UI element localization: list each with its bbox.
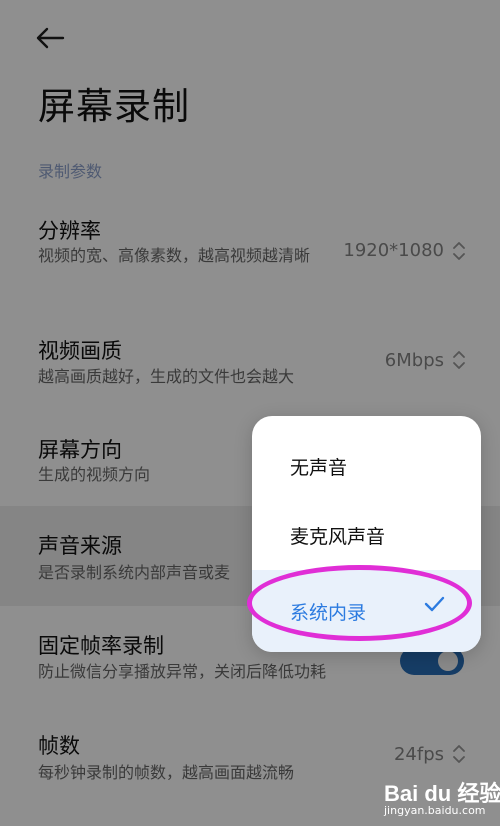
audio-source-popup-menu: 无声音 麦克风声音 系统内录 [252, 416, 481, 652]
up-down-chevron-icon [453, 745, 465, 763]
toggle-knob [438, 651, 458, 671]
setting-description: 视频的宽、高像素数，越高视频越清晰 [38, 246, 311, 265]
menu-option-label: 无声音 [290, 456, 348, 479]
setting-description: 防止微信分享播放异常，关闭后降低功耗 [38, 662, 327, 681]
setting-value: 24fps [393, 744, 444, 765]
up-down-chevron-icon [453, 242, 465, 260]
menu-option-microphone[interactable]: 麦克风声音 [252, 501, 481, 569]
setting-description: 生成的视频方向 [38, 465, 151, 484]
setting-title: 帧数 [38, 734, 80, 758]
setting-description: 越高画质越好，生成的文件也会越大 [38, 367, 295, 386]
back-arrow-icon [36, 27, 65, 49]
setting-title: 分辨率 [38, 219, 101, 243]
setting-title: 屏幕方向 [38, 438, 122, 462]
setting-value: 1920*1080 [343, 240, 444, 261]
back-button[interactable] [28, 18, 72, 58]
menu-option-label: 系统内录 [290, 601, 367, 624]
setting-video-quality[interactable]: 视频画质 越高画质越好，生成的文件也会越大 6Mbps [0, 330, 500, 400]
setting-description: 是否录制系统内部声音或麦 [38, 563, 231, 582]
menu-option-no-sound[interactable]: 无声音 [252, 432, 481, 500]
baidu-jingyan-watermark: Bai du 经验 jingyan.baidu.com [384, 774, 500, 824]
menu-option-label: 麦克风声音 [290, 525, 386, 548]
setting-title: 视频画质 [38, 339, 122, 363]
section-label: 录制参数 [38, 162, 103, 181]
setting-resolution[interactable]: 分辨率 视频的宽、高像素数，越高视频越清晰 1920*1080 [0, 210, 500, 300]
setting-title: 声音来源 [38, 534, 122, 558]
menu-option-system-audio[interactable]: 系统内录 [252, 570, 481, 652]
check-icon [424, 596, 445, 612]
page-title: 屏幕录制 [38, 85, 190, 128]
watermark-url: jingyan.baidu.com [384, 804, 486, 817]
setting-title: 固定帧率录制 [38, 634, 164, 658]
up-down-chevron-icon [453, 351, 465, 369]
setting-description: 每秒钟录制的帧数，越高画面越流畅 [38, 763, 295, 782]
setting-value: 6Mbps [384, 350, 444, 371]
